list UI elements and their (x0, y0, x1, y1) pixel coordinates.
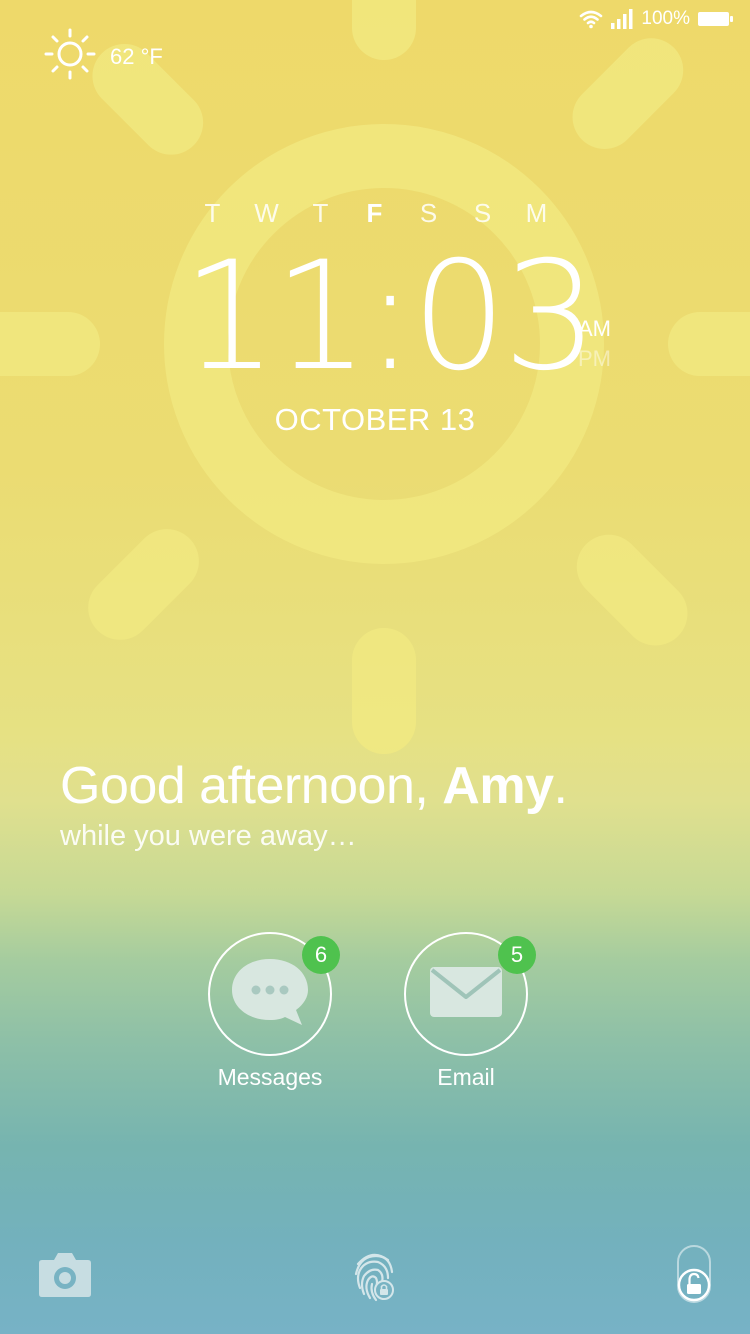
weekday: T (312, 198, 330, 228)
weekday: W (254, 198, 280, 228)
weekday-row: T W T F S S M (0, 198, 750, 229)
email-notification[interactable]: 5 Email (404, 932, 536, 1091)
email-label: Email (437, 1064, 495, 1090)
camera-icon[interactable] (38, 1250, 92, 1303)
wifi-icon (579, 9, 603, 29)
signal-icon (611, 9, 633, 29)
am-label: AM (578, 316, 611, 341)
envelope-icon (429, 965, 503, 1024)
greeting-prefix: Good afternoon, (60, 757, 443, 815)
weekday: M (525, 198, 549, 228)
messages-button[interactable]: 6 (208, 932, 340, 1056)
greeting-subtitle: while you were away… (60, 820, 357, 852)
greeting: Good afternoon, Amy. (60, 756, 568, 816)
status-bar: 100% (579, 6, 734, 32)
temperature: 62 °F (110, 44, 163, 69)
messages-count-badge: 6 (302, 936, 340, 974)
fingerprint-lock-icon[interactable] (352, 1248, 400, 1309)
sun-icon (44, 28, 96, 86)
pm-label: PM (578, 346, 611, 371)
email-count-badge: 5 (498, 936, 536, 974)
clock-time: 11:03 (182, 230, 598, 404)
email-button[interactable]: 5 (404, 932, 536, 1056)
messages-notification[interactable]: 6 Messages (208, 932, 340, 1091)
weekday: T (204, 198, 222, 228)
weather-widget[interactable]: 62 °F (44, 28, 163, 86)
date-label: OCTOBER 13 (274, 402, 476, 437)
battery-icon (698, 11, 734, 27)
user-name: Amy (442, 757, 554, 815)
greeting-suffix: . (553, 757, 568, 815)
am-pm-indicator: AM PM (578, 314, 611, 374)
unlock-icon[interactable] (674, 1244, 714, 1309)
messages-label: Messages (217, 1064, 323, 1090)
weekday: S (473, 198, 493, 228)
weekday-current: F (366, 198, 384, 228)
battery-percentage: 100% (641, 8, 690, 29)
weekday: S (419, 198, 439, 228)
chat-bubble-icon (230, 957, 310, 1032)
